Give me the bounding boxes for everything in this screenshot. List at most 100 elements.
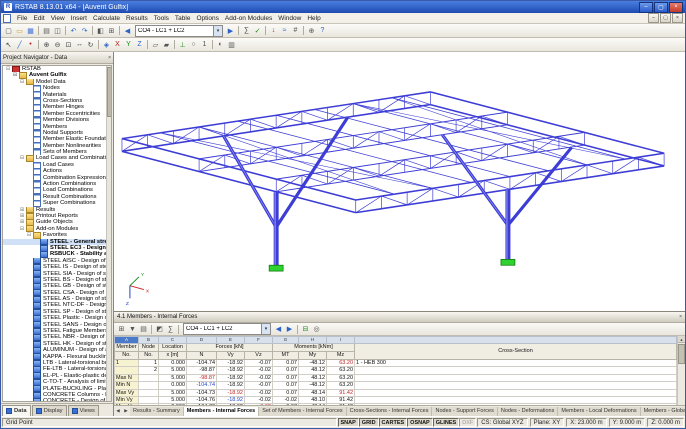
data-cell[interactable]: -0.07 — [244, 358, 273, 368]
status-toggle-cartes[interactable]: CARTES — [378, 418, 408, 427]
data-cell[interactable]: 48.12 — [298, 366, 327, 375]
scrollbar-thumb[interactable] — [678, 344, 685, 364]
menu-window[interactable]: Window — [275, 15, 304, 22]
scrollbar-thumb[interactable] — [107, 67, 111, 117]
column-letter-B[interactable]: B — [138, 336, 159, 344]
mdi-restore-button[interactable]: ▢ — [660, 13, 671, 23]
data-cell[interactable]: 1 — [138, 358, 159, 368]
row-header-cell[interactable] — [114, 366, 139, 375]
print-icon[interactable]: ▤ — [41, 25, 52, 36]
row-header-cell[interactable]: Min Vy — [114, 396, 139, 405]
data-cell[interactable] — [354, 381, 677, 390]
menu-table[interactable]: Table — [172, 15, 194, 22]
truss-diagonal[interactable] — [301, 111, 328, 121]
maximize-button[interactable]: ▢ — [654, 1, 668, 13]
show-hinges-icon[interactable]: ○ — [188, 39, 199, 50]
column-letter-A[interactable]: A — [114, 336, 139, 344]
data-cell[interactable]: -0.02 — [244, 373, 273, 383]
table-tab-members-local-deformations[interactable]: Members - Local Deformations — [558, 406, 641, 416]
truss-diagonal[interactable] — [353, 131, 380, 149]
collapse-icon[interactable]: ⊟ — [5, 66, 11, 72]
data-cell[interactable]: -0.07 — [244, 381, 273, 390]
export-excel-icon[interactable]: ⊟ — [300, 324, 311, 335]
truss-diagonal[interactable] — [276, 174, 303, 193]
purlin[interactable] — [314, 109, 549, 172]
truss-diagonal[interactable] — [481, 143, 508, 161]
help-icon[interactable]: ? — [317, 25, 328, 36]
data-cell[interactable]: 0.07 — [272, 388, 299, 398]
truss-diagonal[interactable] — [250, 118, 277, 129]
data-cell[interactable]: 5.000 — [158, 373, 187, 383]
table-tab-results-summary[interactable]: Results - Summary — [130, 406, 184, 416]
result-filter-icon[interactable]: ◩ — [154, 324, 165, 335]
purlin[interactable] — [353, 103, 588, 166]
table-tab-set-of-members-internal-forces[interactable]: Set of Members - Internal Forces — [259, 406, 347, 416]
truss-diagonal[interactable] — [484, 180, 511, 190]
show-values-icon[interactable]: # — [290, 25, 301, 36]
display-solid-icon[interactable]: ▰ — [161, 39, 172, 50]
menu-options[interactable]: Options — [193, 15, 221, 22]
viewport-3d[interactable]: X Y Z — [114, 52, 685, 311]
data-cell[interactable]: 0.000 — [158, 358, 187, 368]
data-cell[interactable]: 91.42 — [326, 388, 355, 398]
view-in-x-icon[interactable]: X — [112, 39, 123, 50]
load-case-selector[interactable]: CO4 - LC1 + LC2 ▾ — [135, 24, 223, 37]
3d-model-view[interactable]: X Y Z — [114, 52, 685, 311]
next-load-case-icon[interactable]: ▶ — [225, 25, 236, 36]
truss-diagonal[interactable] — [430, 151, 457, 169]
table-tab-cross-sections-internal-forces[interactable]: Cross-Sections - Internal Forces — [346, 406, 433, 416]
data-cell[interactable]: -18.92 — [216, 373, 245, 383]
save-icon[interactable]: ▦ — [25, 25, 36, 36]
data-cell[interactable]: 5.000 — [158, 366, 187, 375]
data-cell[interactable]: 0.000 — [158, 381, 187, 390]
data-cell[interactable]: -0.02 — [244, 396, 273, 405]
data-cell[interactable]: -18.92 — [216, 358, 245, 368]
truss-diagonal[interactable] — [586, 164, 613, 175]
menu-help[interactable]: Help — [304, 15, 323, 22]
column-letter-C[interactable]: C — [158, 336, 187, 344]
status-toggle-osnap[interactable]: OSNAP — [407, 418, 433, 427]
mdi-minimize-button[interactable]: – — [648, 13, 659, 23]
data-cell[interactable] — [354, 396, 677, 405]
previous-load-case-icon[interactable]: ◀ — [273, 324, 284, 335]
column-letter-D[interactable]: D — [186, 336, 217, 344]
column-letter-G[interactable]: G — [272, 336, 299, 344]
tab-scroll-right-icon[interactable]: ▶ — [122, 408, 130, 414]
data-cell[interactable]: 48.14 — [298, 388, 327, 398]
navigator-tab-data[interactable]: Data — [2, 405, 31, 416]
table-settings-icon[interactable]: ⊞ — [116, 324, 127, 335]
data-cell[interactable]: 0.07 — [272, 358, 299, 368]
collapse-icon[interactable]: ⊟ — [19, 79, 25, 85]
strut[interactable] — [506, 146, 573, 227]
menu-file[interactable]: File — [14, 15, 30, 22]
menu-results[interactable]: Results — [123, 15, 151, 22]
data-cell[interactable]: -0.02 — [244, 388, 273, 398]
show-loads-icon[interactable]: ↓ — [268, 25, 279, 36]
menu-edit[interactable]: Edit — [30, 15, 47, 22]
truss-diagonal[interactable] — [147, 134, 174, 144]
data-cell[interactable] — [354, 373, 677, 383]
max-values-icon[interactable]: ∑ — [165, 324, 176, 335]
row-header-cell[interactable]: Min N — [114, 381, 139, 390]
isometric-view-icon[interactable]: ◈ — [101, 39, 112, 50]
navigator-close-icon[interactable]: × — [108, 55, 111, 61]
menu-add-on-modules[interactable]: Add-on Modules — [222, 15, 275, 22]
show-supports-icon[interactable]: ⊥ — [177, 39, 188, 50]
navigator-scrollbar[interactable] — [106, 66, 111, 401]
table-tab-members-internal-forces[interactable]: Members - Internal Forces — [183, 406, 260, 416]
data-cell[interactable]: 1 - HEB 300 — [354, 358, 677, 368]
pan-icon[interactable]: ↔ — [74, 39, 85, 50]
data-cell[interactable]: 0.07 — [272, 366, 299, 375]
truss-diagonal[interactable] — [404, 123, 431, 141]
menu-calculate[interactable]: Calculate — [90, 15, 123, 22]
undo-icon[interactable]: ↶ — [68, 25, 79, 36]
data-cell[interactable]: 48.12 — [298, 373, 327, 383]
table-filter-icon[interactable]: ▼ — [127, 324, 138, 335]
data-cell[interactable] — [138, 373, 159, 383]
display-wireframe-icon[interactable]: ▱ — [150, 39, 161, 50]
navigator-tab-display[interactable]: Display — [31, 405, 67, 416]
data-cell[interactable] — [354, 388, 677, 398]
data-cell[interactable]: 5.000 — [158, 396, 187, 405]
row-header-cell[interactable]: 1 — [114, 358, 139, 368]
data-cell[interactable]: -0.02 — [272, 396, 299, 405]
